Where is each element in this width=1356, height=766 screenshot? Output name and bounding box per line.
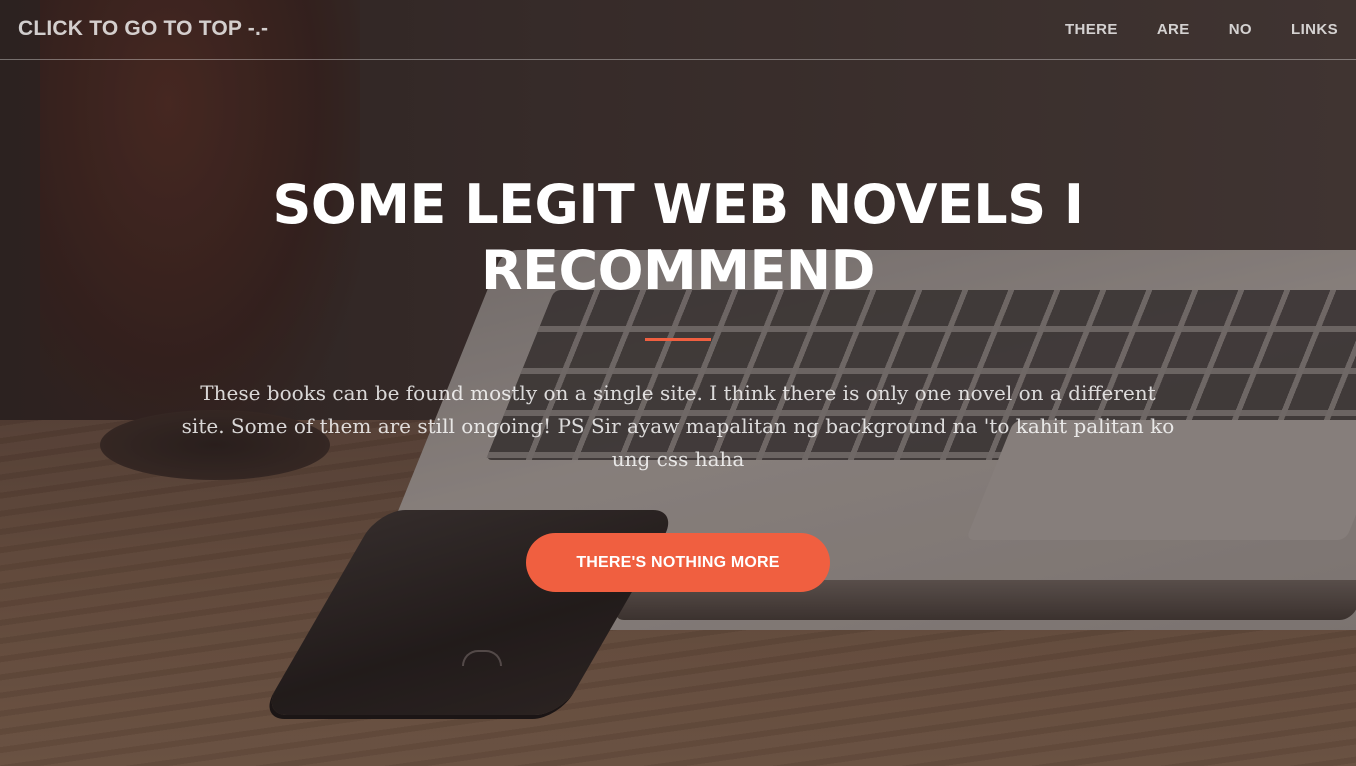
page: CLICK TO GO TO TOP -.- THERE ARE NO LINK… [0, 0, 1356, 766]
nav-links: THERE ARE NO LINKS [1065, 21, 1338, 38]
nav-link-links[interactable]: LINKS [1291, 21, 1338, 38]
nav-link-no[interactable]: NO [1229, 21, 1252, 38]
hero-description: These books can be found mostly on a sin… [181, 381, 1175, 471]
nav-link-are[interactable]: ARE [1157, 21, 1190, 38]
hero-title: SOME LEGIT WEB NOVELS I RECOMMEND [272, 173, 1085, 302]
navbar: CLICK TO GO TO TOP -.- THERE ARE NO LINK… [0, 0, 1356, 60]
nothing-more-button[interactable]: THERE'S NOTHING MORE [526, 533, 830, 592]
brand-link[interactable]: CLICK TO GO TO TOP -.- [18, 17, 268, 41]
nav-link-there[interactable]: THERE [1065, 21, 1118, 38]
hero-divider [645, 338, 711, 341]
